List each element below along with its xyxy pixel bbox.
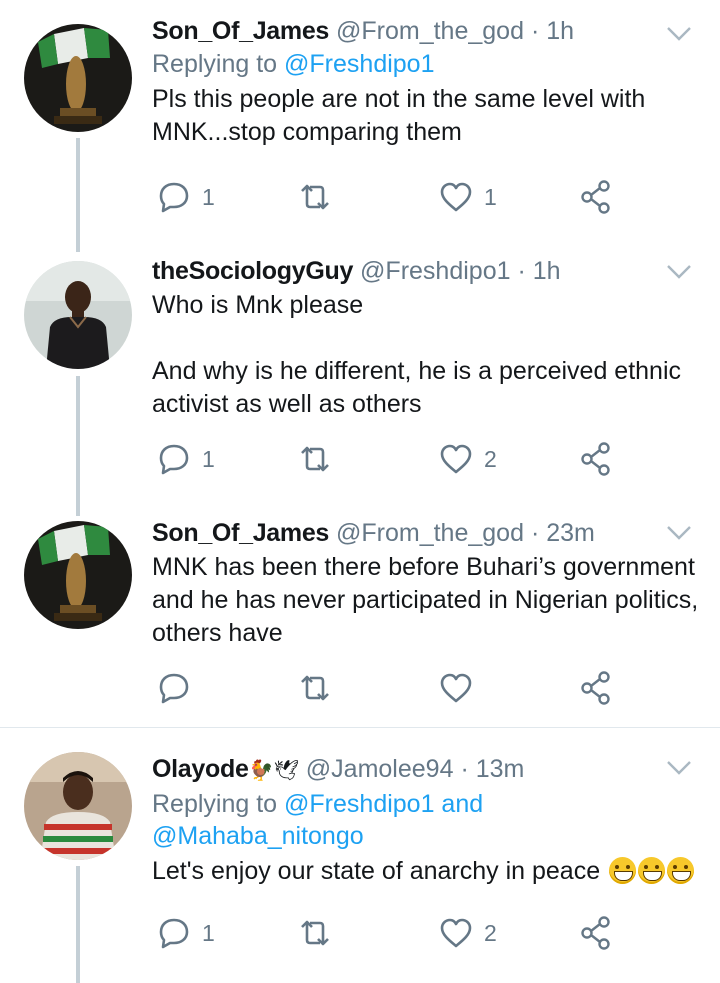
tweet[interactable]: Son_Of_James @From_the_god · 23m MNK has… [0,505,720,727]
heart-icon [440,182,472,212]
share-icon [581,442,610,476]
retweet-icon [301,675,329,701]
grinning-emoji-icon [638,857,666,884]
user-handle[interactable]: @Freshdipo1 [360,257,510,285]
heart-icon [440,918,472,948]
retweet-button[interactable] [298,913,344,953]
like-count: 1 [484,183,497,210]
tweet-text: Pls this people are not in the same leve… [152,85,653,146]
reply-icon [159,444,189,475]
chevron-down-icon[interactable] [666,26,692,42]
replying-label: Replying to [152,790,278,818]
timestamp: · 13m [460,755,525,783]
reply-count: 1 [202,919,215,946]
share-button[interactable] [580,177,612,217]
chevron-down-icon[interactable] [666,760,692,776]
replying-to-line: Replying to @Freshdipo1 and [152,787,700,821]
reply-button[interactable] [158,668,202,708]
share-icon [581,180,610,214]
display-name[interactable]: theSociologyGuy [152,257,353,285]
timestamp: · 1h [530,17,575,45]
reply-count: 1 [202,183,215,210]
replying-to-line: Replying to @Freshdipo1 [152,47,700,81]
share-button[interactable] [580,668,612,708]
retweet-button[interactable] [298,439,344,479]
avatar[interactable] [24,261,132,369]
retweet-icon [301,920,329,946]
like-button[interactable] [440,668,484,708]
reply-count: 1 [202,445,215,472]
like-count: 2 [484,445,497,472]
reply-icon [159,182,189,213]
tweet[interactable]: Son_Of_James @From_the_god · 1h Replying… [0,0,720,240]
tweet-text: Let's enjoy our state of anarchy in peac… [152,857,601,885]
heart-icon [440,673,472,703]
user-handle[interactable]: @From_the_god [336,519,524,547]
reply-button[interactable]: 1 [158,439,215,479]
share-button[interactable] [580,439,612,479]
timestamp: · 1h [517,257,561,285]
retweet-icon [301,184,329,210]
like-button[interactable]: 2 [440,439,497,479]
share-button[interactable] [580,913,612,953]
heart-icon [440,444,472,474]
avatar[interactable] [24,24,132,132]
avatar[interactable] [24,752,132,860]
chevron-down-icon[interactable] [666,525,692,541]
retweet-button[interactable] [298,177,344,217]
tweet-text: Who is Mnk please And why is he differen… [152,291,682,418]
reply-icon [159,918,189,949]
user-handle[interactable]: @Jamolee94 [306,755,454,783]
retweet-icon [301,446,329,472]
tweet-text: MNK has been there before Buhari’s gover… [152,553,706,647]
tweet[interactable]: theSociologyGuy @Freshdipo1 · 1h Who is … [0,240,720,505]
grinning-emoji-icon [609,857,637,884]
chevron-down-icon[interactable] [666,264,692,280]
display-name[interactable]: Son_Of_James [152,519,329,547]
replying-to-line: @Mahaba_nitongo [152,819,700,853]
display-name[interactable]: Son_Of_James [152,17,329,45]
tweet[interactable]: Olayode🐓🕊 @Jamolee94 · 13m Replying to @… [0,728,720,983]
display-name[interactable]: Olayode [152,755,249,783]
like-button[interactable]: 2 [440,913,497,953]
like-button[interactable]: 1 [440,177,497,217]
retweet-button[interactable] [298,668,344,708]
reply-mention-link[interactable]: @Mahaba_nitongo [152,822,364,850]
tweet-text-row: Let's enjoy our state of anarchy in peac… [152,855,700,888]
reply-mention-link[interactable]: @Freshdipo1 [284,50,434,78]
share-icon [581,671,610,705]
user-handle[interactable]: @From_the_god [336,17,524,45]
reply-button[interactable]: 1 [158,177,215,217]
avatar[interactable] [24,521,132,629]
share-icon [581,916,610,950]
reply-icon [159,673,189,704]
grinning-emoji-icon [667,857,695,884]
replying-label: Replying to [152,50,278,78]
name-emoji-badges: 🐓🕊 [248,760,299,782]
reply-mention-link[interactable]: @Freshdipo1 and [284,790,483,818]
reply-button[interactable]: 1 [158,913,215,953]
timestamp: · 23m [530,519,595,547]
like-count: 2 [484,919,497,946]
